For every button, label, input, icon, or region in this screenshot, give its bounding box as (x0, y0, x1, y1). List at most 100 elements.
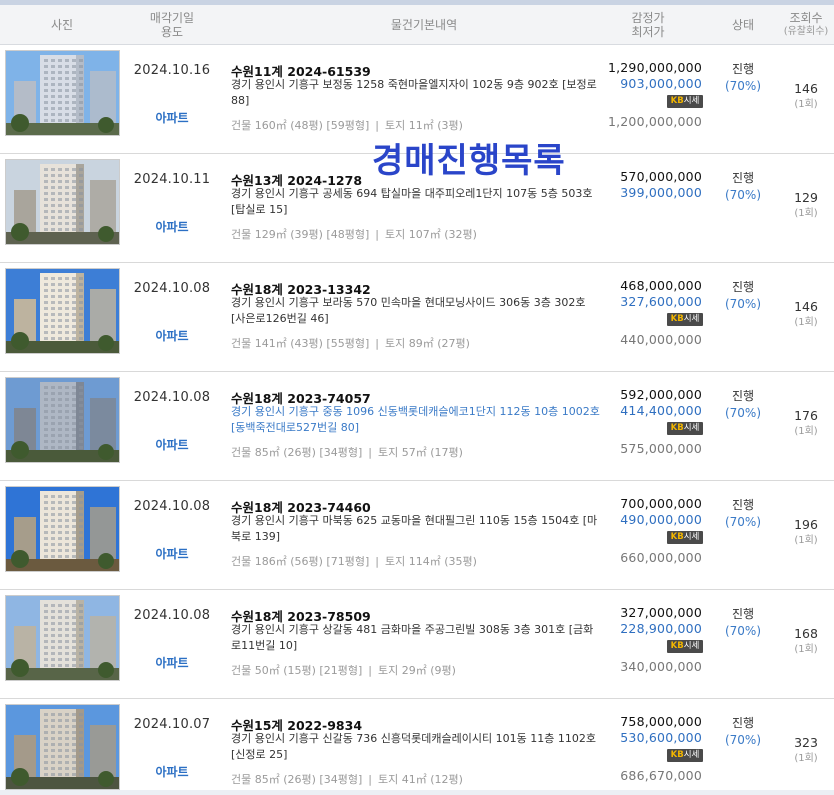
kb-market-price-badge[interactable]: KB시세 (667, 531, 703, 544)
kb-market-price-badge[interactable]: KB시세 (667, 95, 703, 108)
land-area: 토지 107㎡ (32평) (384, 228, 477, 241)
header-price: 감정가 최저가 (610, 5, 686, 45)
watermark-title: 경매진행목록 (372, 141, 566, 181)
appraised-price: 592,000,000 (620, 387, 702, 402)
status-cell: 진행 (70%) (718, 61, 768, 95)
header-status-label: 상태 (731, 18, 755, 32)
kb-market-price-badge[interactable]: KB시세 (667, 749, 703, 762)
views-cell: 146 (1회) (778, 81, 834, 113)
property-type-link[interactable]: 아파트 (120, 436, 224, 453)
kb-brand: KB (670, 96, 684, 106)
market-price: 660,000,000 (620, 550, 702, 565)
minimum-price: 327,600,000 (620, 294, 702, 309)
kb-market-price-badge[interactable]: KB시세 (667, 313, 703, 326)
property-type-link[interactable]: 아파트 (120, 654, 224, 671)
minimum-price: 414,400,000 (620, 403, 702, 418)
kb-brand: KB (670, 641, 684, 651)
land-area: 토지 11㎡ (3평) (384, 119, 463, 132)
header-basic-label: 물건기본내역 (390, 18, 458, 32)
header-status: 상태 (718, 5, 768, 45)
property-type-link[interactable]: 아파트 (120, 545, 224, 562)
building-area: 건물 85㎡ (26평) [34평형] (231, 446, 363, 459)
property-address: 경기 용인시 기흥구 상갈동 481 금화마을 주공그린빌 308동 3층 30… (231, 623, 594, 652)
property-type-link[interactable]: 아파트 (120, 218, 224, 235)
table-row[interactable]: 2024.10.08 아파트 수원18계 2023-78509 경기 용인시 기… (0, 590, 834, 699)
auction-date: 2024.10.08 (133, 499, 211, 514)
auction-date: 2024.10.11 (133, 172, 211, 187)
status-cell: 진행 (70%) (718, 606, 768, 640)
kb-label: 시세 (683, 532, 700, 542)
auction-date: 2024.10.08 (133, 390, 211, 405)
area-separator: | (375, 555, 379, 568)
status-text: 진행 (731, 498, 755, 512)
property-type-link[interactable]: 아파트 (120, 109, 224, 126)
table-row[interactable]: 2024.10.07 아파트 수원15계 2022-9834 경기 용인시 기흥… (0, 699, 834, 795)
kb-brand: KB (670, 750, 684, 760)
property-photo[interactable] (5, 704, 120, 790)
table-row[interactable]: 2024.10.08 아파트 수원18계 2023-13342 경기 용인시 기… (0, 263, 834, 372)
property-type-link[interactable]: 아파트 (120, 763, 224, 780)
auction-date: 2024.10.16 (133, 63, 211, 78)
land-area: 토지 57㎡ (17평) (377, 446, 463, 459)
view-count: 323 (794, 735, 818, 750)
kb-label: 시세 (683, 423, 700, 433)
header-date-label: 매각기일 (149, 11, 195, 25)
views-cell: 323 (1회) (778, 735, 834, 767)
status-percent: (70%) (724, 515, 762, 529)
property-photo[interactable] (5, 595, 120, 681)
header-bids-label: (유찰회수) (783, 26, 829, 37)
property-photo[interactable] (5, 377, 120, 463)
table-row[interactable]: 2024.10.08 아파트 수원18계 2023-74057 경기 용인시 기… (0, 372, 834, 481)
kb-market-price-badge[interactable]: KB시세 (667, 640, 703, 653)
status-percent: (70%) (724, 406, 762, 420)
area-info: 건물 160㎡ (48평) [59평형] | 토지 11㎡ (3평) (231, 117, 463, 133)
property-photo[interactable] (5, 268, 120, 354)
property-type-link[interactable]: 아파트 (120, 327, 224, 344)
status-cell: 진행 (70%) (718, 279, 768, 313)
views-cell: 168 (1회) (778, 626, 834, 658)
area-info: 건물 85㎡ (26평) [34평형] | 토지 41㎡ (12평) (231, 771, 463, 787)
market-price: 686,670,000 (620, 768, 702, 783)
property-address: 경기 용인시 기흥구 보정동 1258 죽현마을엘지자이 102동 9층 902… (231, 78, 597, 107)
minimum-price: 228,900,000 (620, 621, 702, 636)
appraised-price: 700,000,000 (620, 496, 702, 511)
property-address: 경기 용인시 기흥구 중동 1096 신동백롯데캐슬에코1단지 112동 10층… (231, 405, 600, 434)
property-address: 경기 용인시 기흥구 신갈동 736 신흥덕롯데캐슬레이시티 101동 11층 … (231, 732, 596, 761)
failed-bid-count: (1회) (794, 426, 818, 437)
minimum-price: 399,000,000 (620, 185, 702, 200)
failed-bid-count: (1회) (794, 753, 818, 764)
building-area: 건물 141㎡ (43평) [55평형] (231, 337, 370, 350)
building-area: 건물 186㎡ (56평) [71평형] (231, 555, 370, 568)
property-photo[interactable] (5, 50, 120, 136)
appraised-price: 468,000,000 (620, 278, 702, 293)
status-cell: 진행 (70%) (718, 170, 768, 204)
header-type-label: 용도 (160, 25, 184, 39)
auction-date: 2024.10.08 (133, 281, 211, 296)
kb-market-price-badge[interactable]: KB시세 (667, 422, 703, 435)
minimum-price: 490,000,000 (620, 512, 702, 527)
appraised-price: 758,000,000 (620, 714, 702, 729)
building-area: 건물 50㎡ (15평) [21평형] (231, 664, 363, 677)
views-cell: 196 (1회) (778, 517, 834, 549)
header-photo: 사진 (0, 5, 124, 45)
table-header: 사진 매각기일 용도 물건기본내역 감정가 최저가 상태 조회수 (유찰회수) (0, 5, 834, 45)
property-photo[interactable] (5, 159, 120, 245)
area-info: 건물 85㎡ (26평) [34평형] | 토지 57㎡ (17평) (231, 444, 463, 460)
appraised-price: 327,000,000 (620, 605, 702, 620)
status-percent: (70%) (724, 624, 762, 638)
bottom-border (0, 790, 834, 795)
market-price: 340,000,000 (620, 659, 702, 674)
minimum-price: 903,000,000 (620, 76, 702, 91)
kb-label: 시세 (683, 750, 700, 760)
area-separator: | (368, 773, 372, 786)
table-row[interactable]: 2024.10.08 아파트 수원18계 2023-74460 경기 용인시 기… (0, 481, 834, 590)
building-area: 건물 160㎡ (48평) [59평형] (231, 119, 370, 132)
status-cell: 진행 (70%) (718, 497, 768, 531)
area-info: 건물 186㎡ (56평) [71평형] | 토지 114㎡ (35평) (231, 553, 477, 569)
minimum-price: 530,600,000 (620, 730, 702, 745)
appraised-price: 1,290,000,000 (607, 60, 702, 75)
property-photo[interactable] (5, 486, 120, 572)
status-text: 진행 (731, 389, 755, 403)
view-count: 146 (794, 299, 818, 314)
kb-brand: KB (670, 532, 684, 542)
